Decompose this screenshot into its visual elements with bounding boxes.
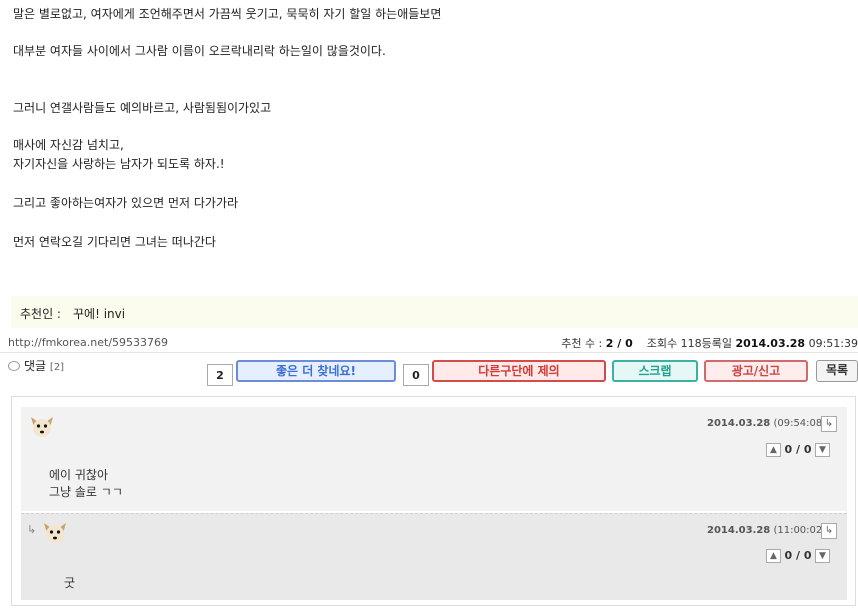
bad-vote-button[interactable]: 다른구단에 제의: [432, 360, 606, 382]
report-button[interactable]: 광고/신고: [704, 360, 808, 382]
bad-count: 0: [403, 364, 429, 386]
thumb-up-icon[interactable]: ▲: [766, 549, 781, 563]
article-line: 매사에 자신감 넘치고,: [13, 138, 124, 152]
list-button[interactable]: 목록: [816, 360, 858, 382]
thumb-up-icon[interactable]: ▲: [766, 443, 781, 457]
comment-text: 굿: [64, 575, 75, 592]
comment-line: 에이 귀찮아: [49, 468, 109, 482]
date-label: 등록일: [701, 337, 732, 350]
recommend-label: 추천 수 :: [561, 337, 603, 350]
comment-line: 그냥 솔로 ㄱㄱ: [49, 485, 123, 499]
views-label: 조회수: [646, 337, 678, 350]
comment-item: 2014.03.28 (09:54:08) ↳ ▲ 0 / 0 ▼ 에이 귀찮아…: [21, 407, 847, 511]
recommenders-box: 추천인 : 꾸에! invi: [11, 296, 858, 328]
article-line: 말은 별로없고, 여자에게 조언해주면서 가끔씩 웃기고, 묵묵히 자기 할일 …: [13, 7, 442, 21]
comment-date-value: 2014.03.28: [707, 525, 771, 536]
thumb-down-icon[interactable]: ▼: [814, 443, 830, 457]
scrap-button[interactable]: 스크랩: [612, 360, 698, 382]
views-value: 118: [680, 337, 702, 350]
comment-vote-value: 0 / 0: [784, 443, 812, 456]
comment-time: (09:54:08): [773, 418, 827, 429]
good-vote-button[interactable]: 좋은 더 찾네요!: [236, 360, 396, 382]
speech-bubble-icon: [8, 360, 20, 371]
reply-arrow-icon[interactable]: ↳: [821, 523, 837, 539]
article-line: 그러니 연갤사람들도 예의바르고, 사람됨됨이가있고: [13, 101, 272, 115]
reply-arrow-icon[interactable]: ↳: [821, 416, 837, 432]
comment-list: 2014.03.28 (09:54:08) ↳ ▲ 0 / 0 ▼ 에이 귀찮아…: [11, 396, 856, 606]
recommenders-names: 꾸에! invi: [73, 307, 126, 321]
comment-count: [2]: [49, 362, 65, 373]
date-value: 2014.03.28: [735, 337, 806, 350]
comment-votes: ▲ 0 / 0 ▼: [766, 443, 830, 457]
comment-votes: ▲ 0 / 0 ▼: [766, 549, 830, 563]
article-line: 먼저 연락오길 기다리면 그녀는 떠나간다: [13, 235, 216, 249]
comment-date: 2014.03.28 (09:54:08): [707, 418, 826, 429]
article-line: 자기자신을 사랑하는 남자가 되도록 하자.!: [13, 157, 225, 171]
good-count: 2: [207, 364, 233, 386]
comment-section-header: 댓글 [2]: [8, 357, 64, 374]
thumb-down-icon[interactable]: ▼: [814, 549, 830, 563]
article-line: 그리고 좋아하는여자가 있으면 먼저 다가가라: [13, 196, 239, 210]
time-value: 09:51:39: [808, 337, 858, 350]
post-stats: 추천 수 : 2 / 0 조회수 118등록일 2014.03.28 09:51…: [561, 335, 858, 351]
dog-face-icon: [44, 523, 66, 543]
article-line: 대부분 여자들 사이에서 그사람 이름이 오르락내리락 하는일이 많을것이다.: [13, 44, 386, 58]
recommenders-label: 추천인 :: [20, 307, 61, 321]
dog-face-icon: [31, 417, 53, 437]
post-url[interactable]: http://fmkorea.net/59533769: [8, 336, 168, 349]
comment-text: 에이 귀찮아 그냥 솔로 ㄱㄱ: [49, 467, 123, 501]
comment-date: 2014.03.28 (11:00:02): [707, 525, 826, 536]
comment-vote-value: 0 / 0: [784, 549, 812, 562]
comment-reply-item: ↳ 2014.03.28 (11:00:02) ↳ ▲ 0 / 0 ▼ 굿: [21, 513, 847, 600]
post-meta-row: http://fmkorea.net/59533769 추천 수 : 2 / 0…: [0, 332, 858, 353]
comment-time: (11:00:02): [773, 525, 827, 536]
reply-indent-icon: ↳: [27, 523, 37, 536]
recommend-value: 2 / 0: [605, 337, 633, 350]
comment-date-value: 2014.03.28: [707, 418, 771, 429]
comment-title: 댓글: [24, 359, 47, 373]
comment-line: 굿: [64, 576, 76, 590]
